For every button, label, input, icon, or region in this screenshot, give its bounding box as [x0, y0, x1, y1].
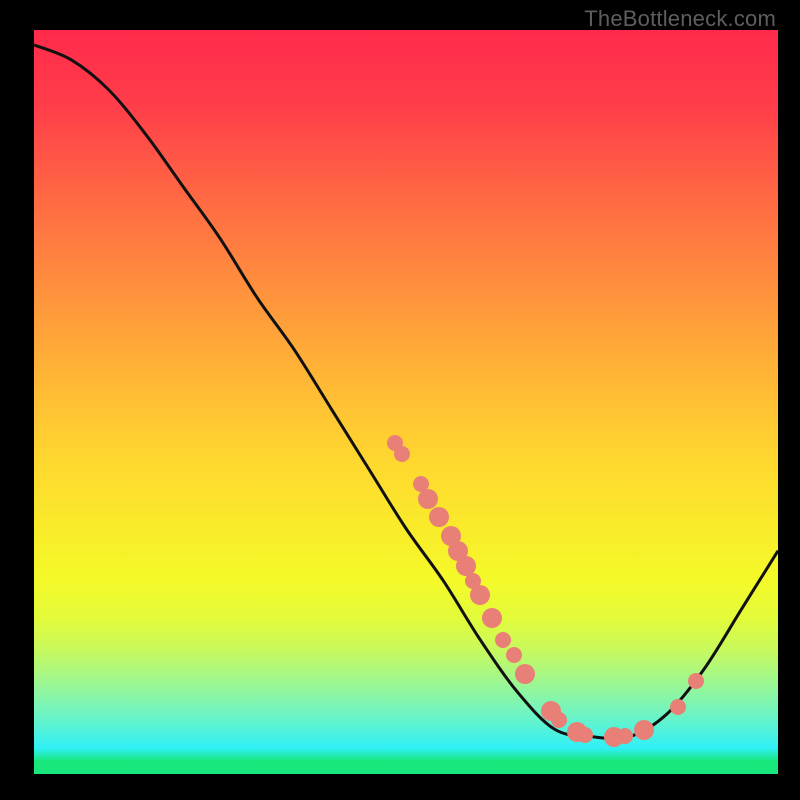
- chart-stage: TheBottleneck.com: [0, 0, 800, 800]
- data-marker: [418, 489, 438, 509]
- data-marker: [506, 647, 522, 663]
- bottleneck-curve: [34, 30, 778, 774]
- data-marker: [551, 712, 567, 728]
- curve-path: [34, 45, 778, 739]
- data-marker: [670, 699, 686, 715]
- plot-area: [34, 30, 778, 774]
- attribution-text: TheBottleneck.com: [584, 6, 776, 32]
- data-marker: [577, 727, 593, 743]
- data-marker: [495, 632, 511, 648]
- data-marker: [515, 664, 535, 684]
- data-marker: [482, 608, 502, 628]
